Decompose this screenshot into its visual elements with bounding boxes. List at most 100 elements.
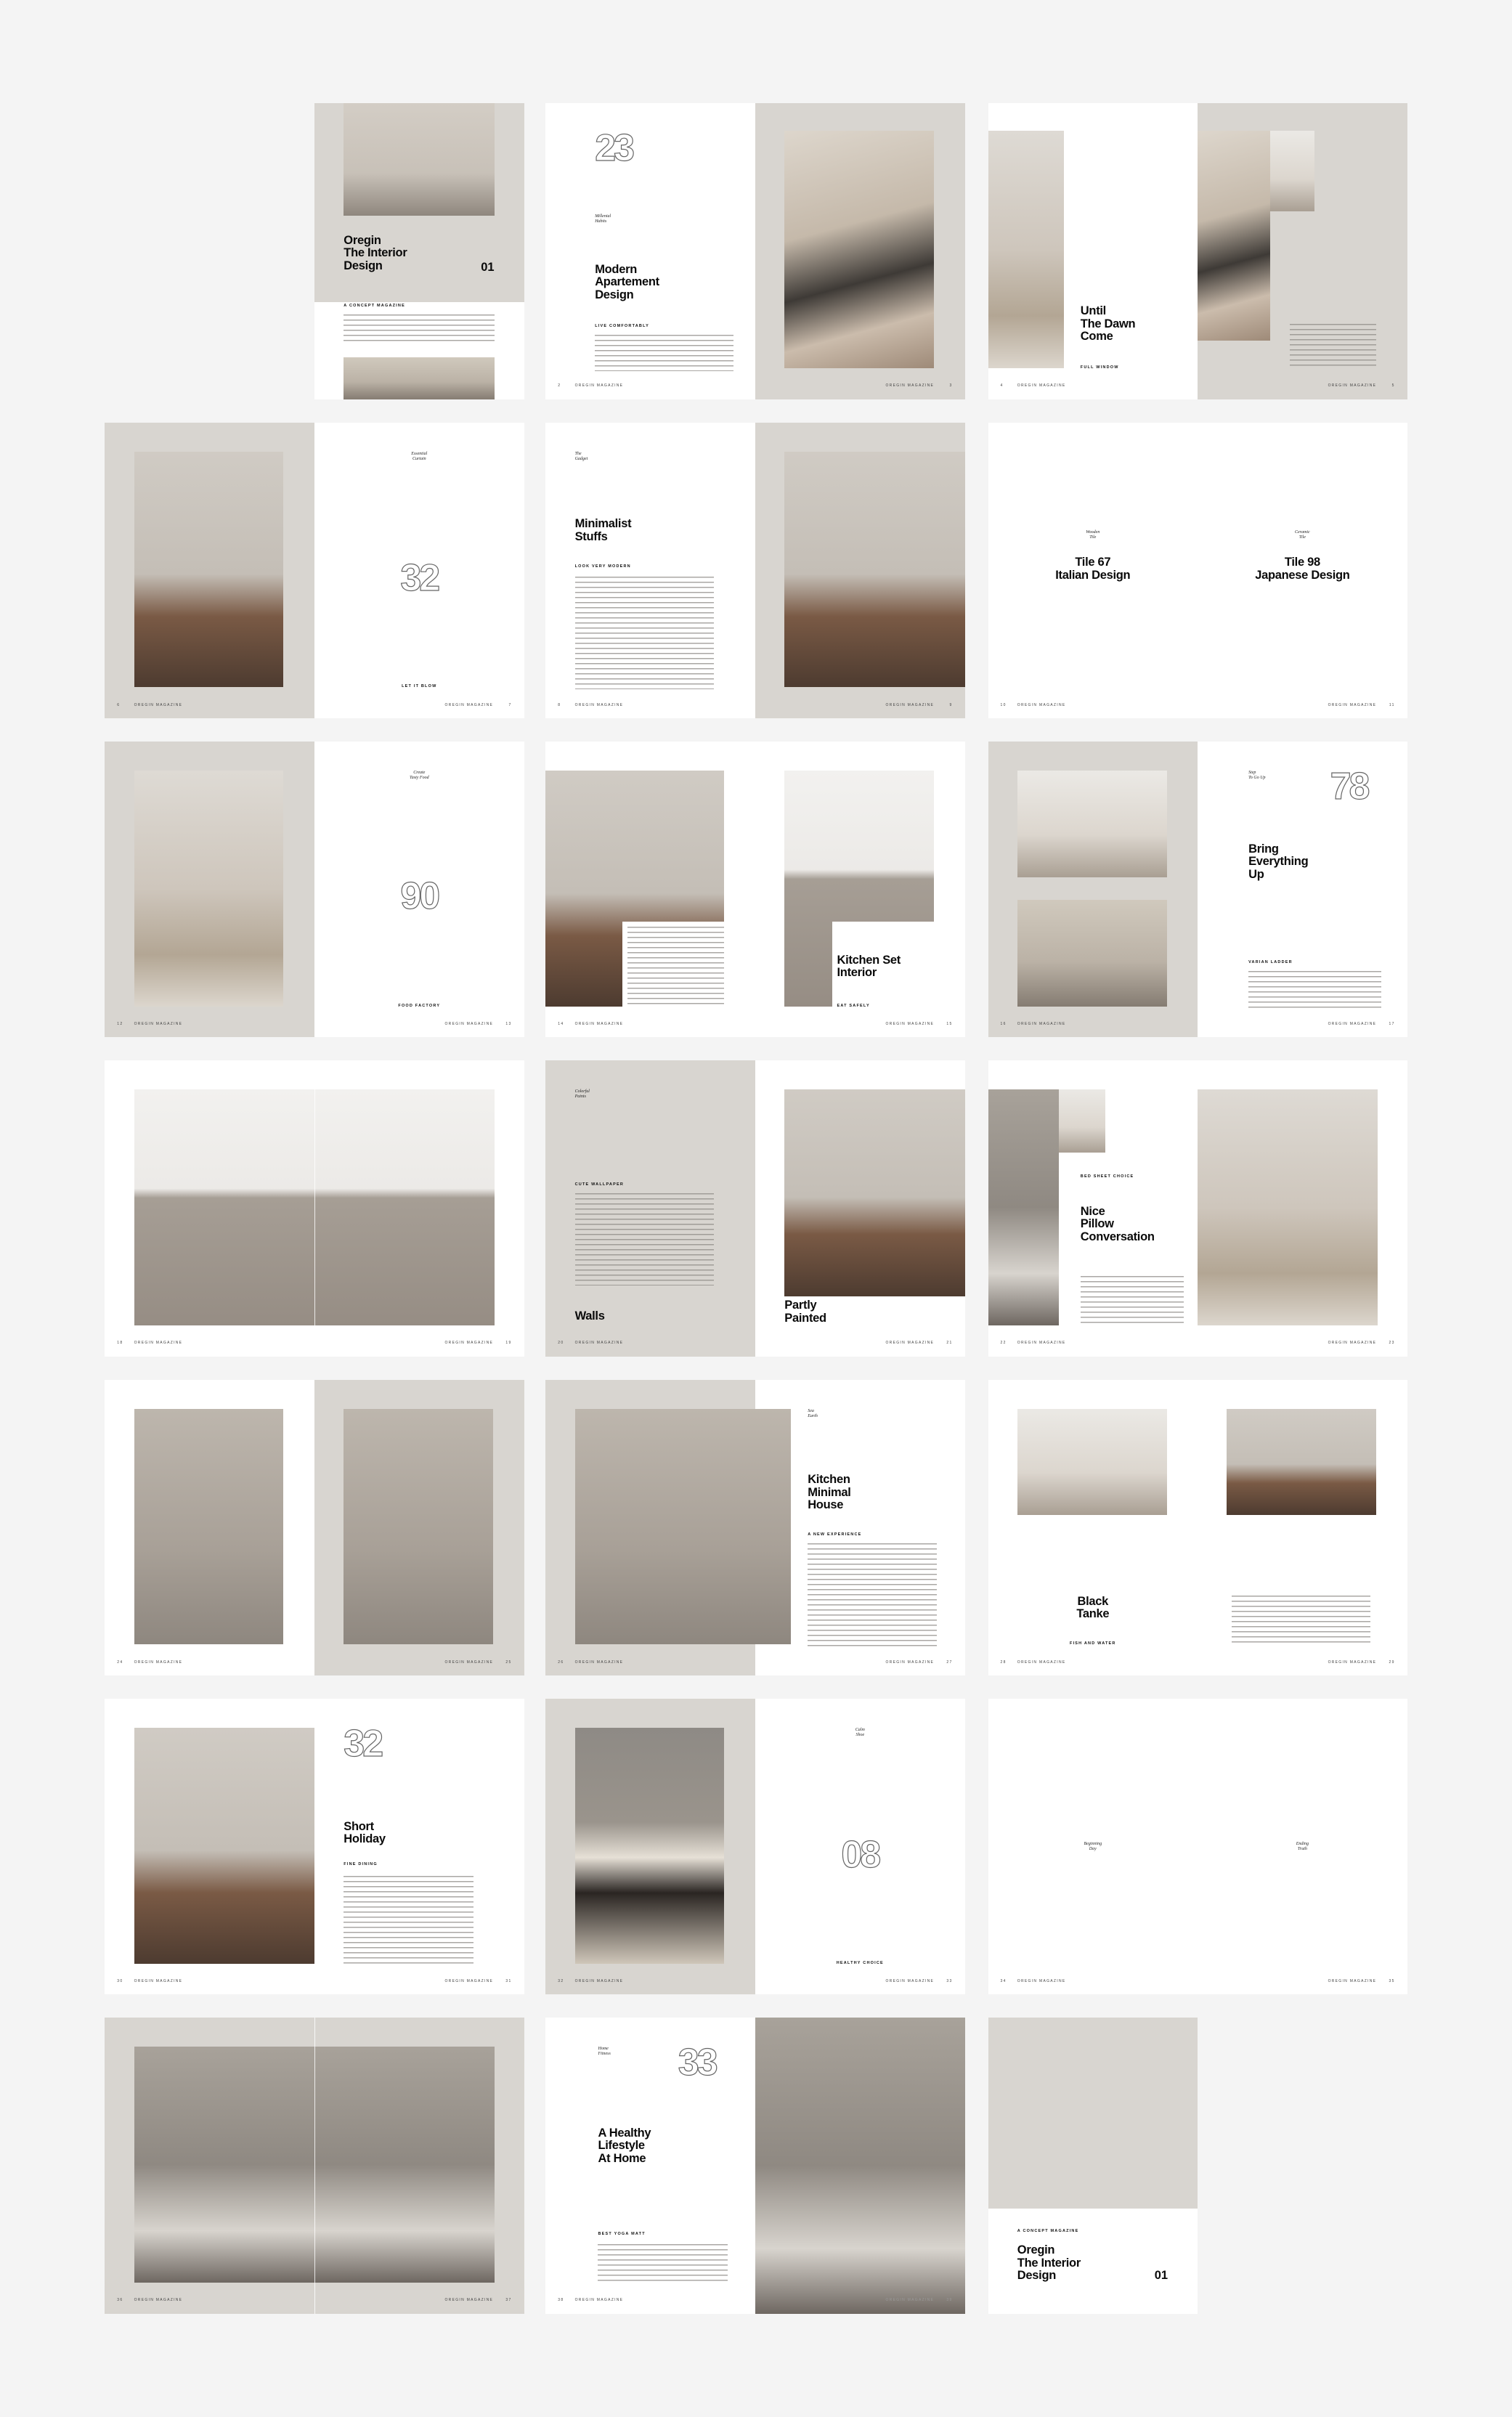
page-30[interactable]: 30 OREGIN MAGAZINE (105, 1698, 314, 1995)
page-11[interactable]: Ceramic Tile Tile 98 Japanese Design 11 ORE… (1198, 422, 1407, 718)
page-25[interactable]: 25 OREGIN MAGAZINE (314, 1379, 524, 1675)
footer-brand: OREGIN MAGAZINE (1017, 1341, 1066, 1346)
footer-brand: OREGIN MAGAZINE (1328, 1660, 1377, 1665)
page-10[interactable]: Wooden Tile Tile 67 Italian Design 10 OREGI… (988, 422, 1198, 718)
headline: Bring Everything Up (1248, 842, 1309, 881)
page-29[interactable]: 29 OREGIN MAGAZINE (1198, 1379, 1407, 1675)
photo (1017, 771, 1167, 877)
page-number: 4 (1000, 383, 1004, 389)
page-7[interactable]: Essential Curtain 32 LET IT BLOW 7 OREGIN MA… (314, 422, 524, 718)
page-1[interactable]: Oregin The Interior Design 01 A CONCEPT MA… (314, 103, 524, 399)
kicker-label: A NEW EXPERIENCE (808, 1532, 862, 1537)
page-13[interactable]: Create Tasty Food 90 FOOD FACTORY 13 OREGIN … (314, 741, 524, 1038)
photo (134, 771, 284, 1007)
page-back[interactable]: A CONCEPT MAGAZINE Oregin The Interior De… (988, 2018, 1198, 2314)
footer-brand: OREGIN MAGAZINE (444, 2298, 494, 2303)
italic-label: Millenial Habits (595, 214, 611, 224)
footer-brand: OREGIN MAGAZINE (444, 1979, 494, 1984)
photo (344, 357, 495, 399)
page-24[interactable]: 24 OREGIN MAGAZINE (105, 1379, 314, 1675)
page-16[interactable]: 16 OREGIN MAGAZINE (988, 741, 1198, 1038)
page-12[interactable]: 12 OREGIN MAGAZINE (105, 741, 314, 1038)
footer-brand: OREGIN MAGAZINE (444, 1341, 494, 1346)
page-3[interactable]: 3 OREGIN MAGAZINE (755, 103, 965, 399)
footer-brand: OREGIN MAGAZINE (1328, 383, 1377, 389)
page-2[interactable]: 23 Millenial Habits Modern Apartement Desi… (545, 103, 755, 399)
outline-number: 32 (344, 1722, 384, 1765)
photo (1017, 1408, 1167, 1516)
photo (1198, 1089, 1378, 1326)
page-38[interactable]: Home Fitness 33 A Healthy Lifestyle At Hom… (545, 2018, 755, 2314)
footer-brand: OREGIN MAGAZINE (444, 702, 494, 707)
italic-label: Colorful Paints (574, 1089, 590, 1100)
page-32[interactable]: 32 OREGIN MAGAZINE (545, 1698, 755, 1995)
page-9[interactable]: 9 OREGIN MAGAZINE (755, 422, 965, 718)
page-number: 31 (505, 1979, 512, 1984)
kicker-label: BED SHEET CHOICE (1080, 1174, 1134, 1179)
page-23[interactable]: 23 OREGIN MAGAZINE (1198, 1060, 1407, 1357)
headline: Nice Pillow Conversation (1080, 1204, 1155, 1243)
italic-label: Sea Earth (808, 1408, 818, 1418)
footer-brand: OREGIN MAGAZINE (574, 1341, 624, 1346)
page-19[interactable]: 19 OREGIN MAGAZINE (134, 1060, 524, 1357)
headline: Oregin The Interior Design (344, 233, 407, 272)
kicker-label: A CONCEPT MAGAZINE (1017, 2228, 1079, 2233)
body-text (808, 1543, 938, 1646)
headline: Walls (574, 1309, 605, 1323)
page-27[interactable]: Sea Earth Kitchen Minimal House A NEW EXPE… (574, 1379, 965, 1675)
page-number: 29 (1389, 1660, 1395, 1665)
photo (574, 1728, 725, 1964)
footer-brand: OREGIN MAGAZINE (885, 2298, 935, 2303)
page-4[interactable]: Until The Dawn Come FULL WINDOW 4 OREGIN MA… (988, 103, 1198, 399)
photo (134, 451, 284, 688)
footer-brand: OREGIN MAGAZINE (574, 1979, 624, 1984)
page-number: 21 (946, 1341, 953, 1346)
footer-brand: OREGIN MAGAZINE (1017, 702, 1066, 707)
page-33[interactable]: Calm Shoe 08 HEALTHY CHOICE 33 OREGIN MAGAZI… (755, 1698, 965, 1995)
photo (134, 1408, 284, 1645)
kicker-label: LIVE COMFORTABLY (595, 323, 649, 328)
page-17[interactable]: Step To Go Up 78 Bring Everything Up VARIAN… (1198, 741, 1407, 1038)
kicker-label: LOOK VERY MODERN (574, 564, 631, 569)
footer-brand: OREGIN MAGAZINE (574, 383, 624, 389)
page-37[interactable]: 37 OREGIN MAGAZINE (134, 2018, 524, 2314)
footer-brand: OREGIN MAGAZINE (1017, 1660, 1066, 1665)
footer-brand: OREGIN MAGAZINE (134, 1341, 183, 1346)
page-34[interactable]: Beginning Day 34 OREGIN MAGAZINE (988, 1698, 1198, 1995)
page-31[interactable]: 32 Short Holiday FINE DINING 31 OREGIN MAGAZ… (314, 1698, 524, 1995)
page-number: 30 (117, 1979, 123, 1984)
footer-brand: OREGIN MAGAZINE (134, 1022, 183, 1027)
page-21[interactable]: Partly Painted 21 OREGIN MAGAZINE (755, 1060, 965, 1357)
page-number: 10 (1000, 702, 1007, 707)
page-28[interactable]: Black Tanke FISH AND WATER 28 OREGIN MAGAZI… (988, 1379, 1198, 1675)
page-number: 9 (949, 702, 953, 707)
photo (344, 103, 495, 216)
photo (784, 451, 965, 688)
italic-label: Create Tasty Food (409, 771, 429, 781)
body-text (1290, 323, 1377, 370)
page-14[interactable]: 14 OREGIN MAGAZINE (545, 741, 755, 1038)
photo (988, 131, 1064, 369)
page-number: 8 (558, 702, 561, 707)
kicker-label: LET IT BLOW (402, 684, 437, 689)
footer-brand: OREGIN MAGAZINE (574, 2298, 624, 2303)
page-20[interactable]: Colorful Paints CUTE WALLPAPER Walls 20 OREG… (545, 1060, 755, 1357)
italic-label: Essential Curtain (411, 451, 428, 461)
page-number: 26 (558, 1660, 564, 1665)
page-8[interactable]: The Gadget Minimalist Stuffs LOOK VERY MOD… (545, 422, 755, 718)
headline: Short Holiday (344, 1819, 386, 1846)
headline: Partly Painted (784, 1299, 826, 1325)
body-text (344, 1875, 473, 1966)
footer-brand: OREGIN MAGAZINE (134, 702, 183, 707)
outline-number: 32 (400, 557, 441, 600)
page-39[interactable]: 39 OREGIN MAGAZINE (755, 2018, 965, 2314)
photo (134, 1728, 314, 1964)
page-22[interactable]: BED SHEET CHOICE Nice Pillow Conversation… (988, 1060, 1198, 1357)
page-15[interactable]: Kitchen Set Interior EAT SAFELY 15 OREGIN M… (755, 741, 965, 1038)
issue-number: 01 (1154, 2269, 1168, 2283)
page-5[interactable]: 5 OREGIN MAGAZINE (1198, 103, 1407, 399)
page-number: 28 (1000, 1660, 1007, 1665)
page-6[interactable]: 6 OREGIN MAGAZINE (105, 422, 314, 718)
gutter-line (314, 2018, 316, 2314)
page-35[interactable]: Ending Truth 35 OREGIN MAGAZINE (1198, 1698, 1407, 1995)
